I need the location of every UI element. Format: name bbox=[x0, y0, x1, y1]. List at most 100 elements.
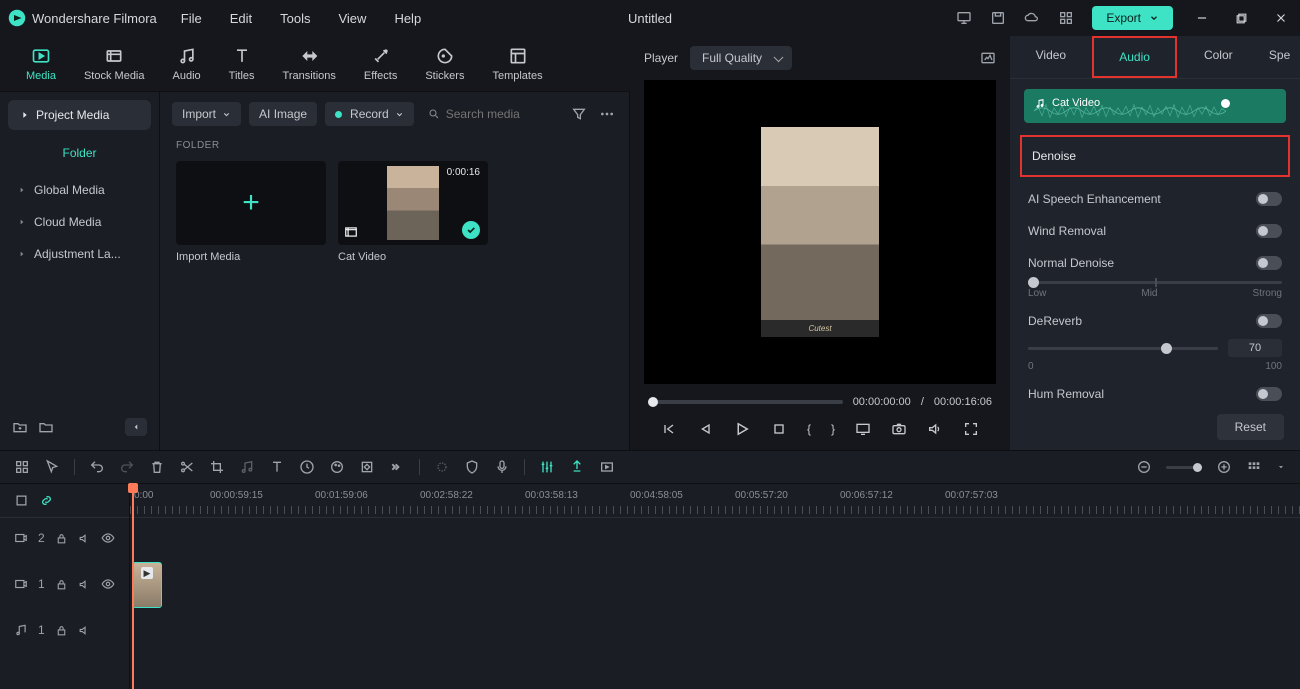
minimize-button[interactable] bbox=[1191, 11, 1213, 25]
tl-zoom-out-icon[interactable] bbox=[1136, 459, 1152, 475]
tl-redo-icon[interactable] bbox=[119, 459, 135, 475]
video-track-2-head[interactable]: 2 bbox=[0, 518, 129, 558]
tl-magnet-icon[interactable] bbox=[434, 459, 450, 475]
menu-file[interactable]: File bbox=[181, 11, 202, 26]
tab-transitions[interactable]: Transitions bbox=[269, 40, 350, 88]
folder-button[interactable]: Folder bbox=[8, 136, 151, 174]
denoise-section-header[interactable]: Denoise bbox=[1020, 135, 1290, 177]
dereverb-value[interactable]: 70 bbox=[1228, 339, 1282, 357]
sidebar-adjustment-layer[interactable]: Adjustment La... bbox=[8, 238, 151, 270]
more-icon[interactable] bbox=[597, 104, 617, 124]
tl-marker-icon[interactable] bbox=[569, 459, 585, 475]
tl-speed-icon[interactable] bbox=[299, 459, 315, 475]
dereverb-slider[interactable] bbox=[1028, 347, 1218, 350]
tl-render-icon[interactable] bbox=[599, 459, 615, 475]
tl-view-icon[interactable] bbox=[1246, 459, 1262, 475]
tab-titles[interactable]: Titles bbox=[215, 40, 269, 88]
ai-speech-toggle[interactable] bbox=[1256, 192, 1282, 206]
prop-tab-speed[interactable]: Spe bbox=[1259, 36, 1300, 78]
mute-icon[interactable] bbox=[78, 532, 91, 545]
mute-icon[interactable] bbox=[78, 624, 91, 637]
record-dropdown[interactable]: Record bbox=[325, 102, 414, 126]
tl-split-icon[interactable] bbox=[179, 459, 195, 475]
search-input[interactable] bbox=[446, 107, 555, 121]
menu-help[interactable]: Help bbox=[394, 11, 421, 26]
normal-denoise-toggle[interactable] bbox=[1256, 256, 1282, 270]
camera-icon[interactable] bbox=[891, 421, 907, 437]
playback-scrubber[interactable] bbox=[648, 400, 843, 404]
tl-more-icon[interactable] bbox=[389, 459, 405, 475]
project-media-button[interactable]: Project Media bbox=[8, 100, 151, 130]
tl-music-icon[interactable] bbox=[239, 459, 255, 475]
prop-tab-audio[interactable]: Audio bbox=[1092, 36, 1178, 78]
mark-out-icon[interactable]: } bbox=[831, 422, 835, 436]
tl-grid-icon[interactable] bbox=[14, 459, 30, 475]
clip-tile-cat-video[interactable]: 0:00:16 Cat Video bbox=[338, 161, 488, 263]
tab-templates[interactable]: Templates bbox=[478, 40, 556, 88]
hum-removal-toggle[interactable] bbox=[1256, 387, 1282, 401]
display-icon[interactable] bbox=[855, 421, 871, 437]
tl-zoom-in-icon[interactable] bbox=[1216, 459, 1232, 475]
snapshot-icon[interactable] bbox=[980, 50, 996, 66]
collapse-sidebar-button[interactable] bbox=[125, 418, 147, 436]
link-icon[interactable] bbox=[39, 493, 54, 508]
eye-icon[interactable] bbox=[101, 531, 115, 545]
mark-in-icon[interactable]: { bbox=[807, 422, 811, 436]
eye-icon[interactable] bbox=[101, 577, 115, 591]
cloud-icon[interactable] bbox=[1024, 10, 1040, 26]
tl-mic-icon[interactable] bbox=[494, 459, 510, 475]
monitor-icon[interactable] bbox=[956, 10, 972, 26]
new-bin-icon[interactable] bbox=[38, 419, 54, 435]
tl-view-menu-icon[interactable] bbox=[1276, 462, 1286, 472]
timeline-clip-cat-video[interactable] bbox=[132, 562, 162, 608]
menu-edit[interactable]: Edit bbox=[230, 11, 252, 26]
tl-mixer-icon[interactable] bbox=[539, 459, 555, 475]
tab-stickers[interactable]: Stickers bbox=[411, 40, 478, 88]
tl-color-icon[interactable] bbox=[329, 459, 345, 475]
tl-keyframe-icon[interactable] bbox=[359, 459, 375, 475]
menu-tools[interactable]: Tools bbox=[280, 11, 310, 26]
play-icon[interactable] bbox=[733, 420, 751, 438]
tl-shield-icon[interactable] bbox=[464, 459, 480, 475]
tl-crop-icon[interactable] bbox=[209, 459, 225, 475]
lock-icon[interactable] bbox=[55, 532, 68, 545]
filter-icon[interactable] bbox=[569, 104, 589, 124]
save-icon[interactable] bbox=[990, 10, 1006, 26]
link-track-icon[interactable] bbox=[14, 493, 29, 508]
audio-track-1-head[interactable]: 1 bbox=[0, 610, 129, 650]
tab-audio[interactable]: Audio bbox=[159, 40, 215, 88]
timeline-ruler[interactable]: 0:00 00:00:59:15 00:01:59:06 00:02:58:22… bbox=[130, 484, 1300, 518]
sidebar-cloud-media[interactable]: Cloud Media bbox=[8, 206, 151, 238]
ai-image-button[interactable]: AI Image bbox=[249, 102, 317, 126]
playhead[interactable] bbox=[132, 484, 134, 689]
lock-icon[interactable] bbox=[55, 624, 68, 637]
video-track-1-head[interactable]: 1 bbox=[0, 558, 129, 610]
play-backward-icon[interactable] bbox=[697, 421, 713, 437]
stop-icon[interactable] bbox=[771, 421, 787, 437]
apps-icon[interactable] bbox=[1058, 10, 1074, 26]
dereverb-toggle[interactable] bbox=[1256, 314, 1282, 328]
fullscreen-icon[interactable] bbox=[963, 421, 979, 437]
tab-stock-media[interactable]: Stock Media bbox=[70, 40, 159, 88]
selected-clip-chip[interactable]: Cat Video bbox=[1024, 89, 1286, 123]
tl-text-icon[interactable] bbox=[269, 459, 285, 475]
export-button[interactable]: Export bbox=[1092, 6, 1173, 30]
import-media-tile[interactable]: + Import Media bbox=[176, 161, 326, 263]
reset-button[interactable]: Reset bbox=[1217, 414, 1284, 440]
sidebar-global-media[interactable]: Global Media bbox=[8, 174, 151, 206]
tab-media[interactable]: Media bbox=[12, 40, 70, 88]
maximize-button[interactable] bbox=[1231, 12, 1252, 25]
mute-icon[interactable] bbox=[78, 578, 91, 591]
wind-removal-toggle[interactable] bbox=[1256, 224, 1282, 238]
tl-undo-icon[interactable] bbox=[89, 459, 105, 475]
lock-icon[interactable] bbox=[55, 578, 68, 591]
player-viewport[interactable] bbox=[644, 80, 996, 384]
tl-cursor-icon[interactable] bbox=[44, 459, 60, 475]
tab-effects[interactable]: Effects bbox=[350, 40, 411, 88]
normal-denoise-slider[interactable] bbox=[1028, 281, 1282, 284]
tl-delete-icon[interactable] bbox=[149, 459, 165, 475]
volume-icon[interactable] bbox=[927, 421, 943, 437]
search-media[interactable] bbox=[422, 107, 561, 121]
tl-zoom-slider[interactable] bbox=[1166, 466, 1202, 469]
quality-select[interactable]: Full Quality bbox=[690, 46, 792, 70]
